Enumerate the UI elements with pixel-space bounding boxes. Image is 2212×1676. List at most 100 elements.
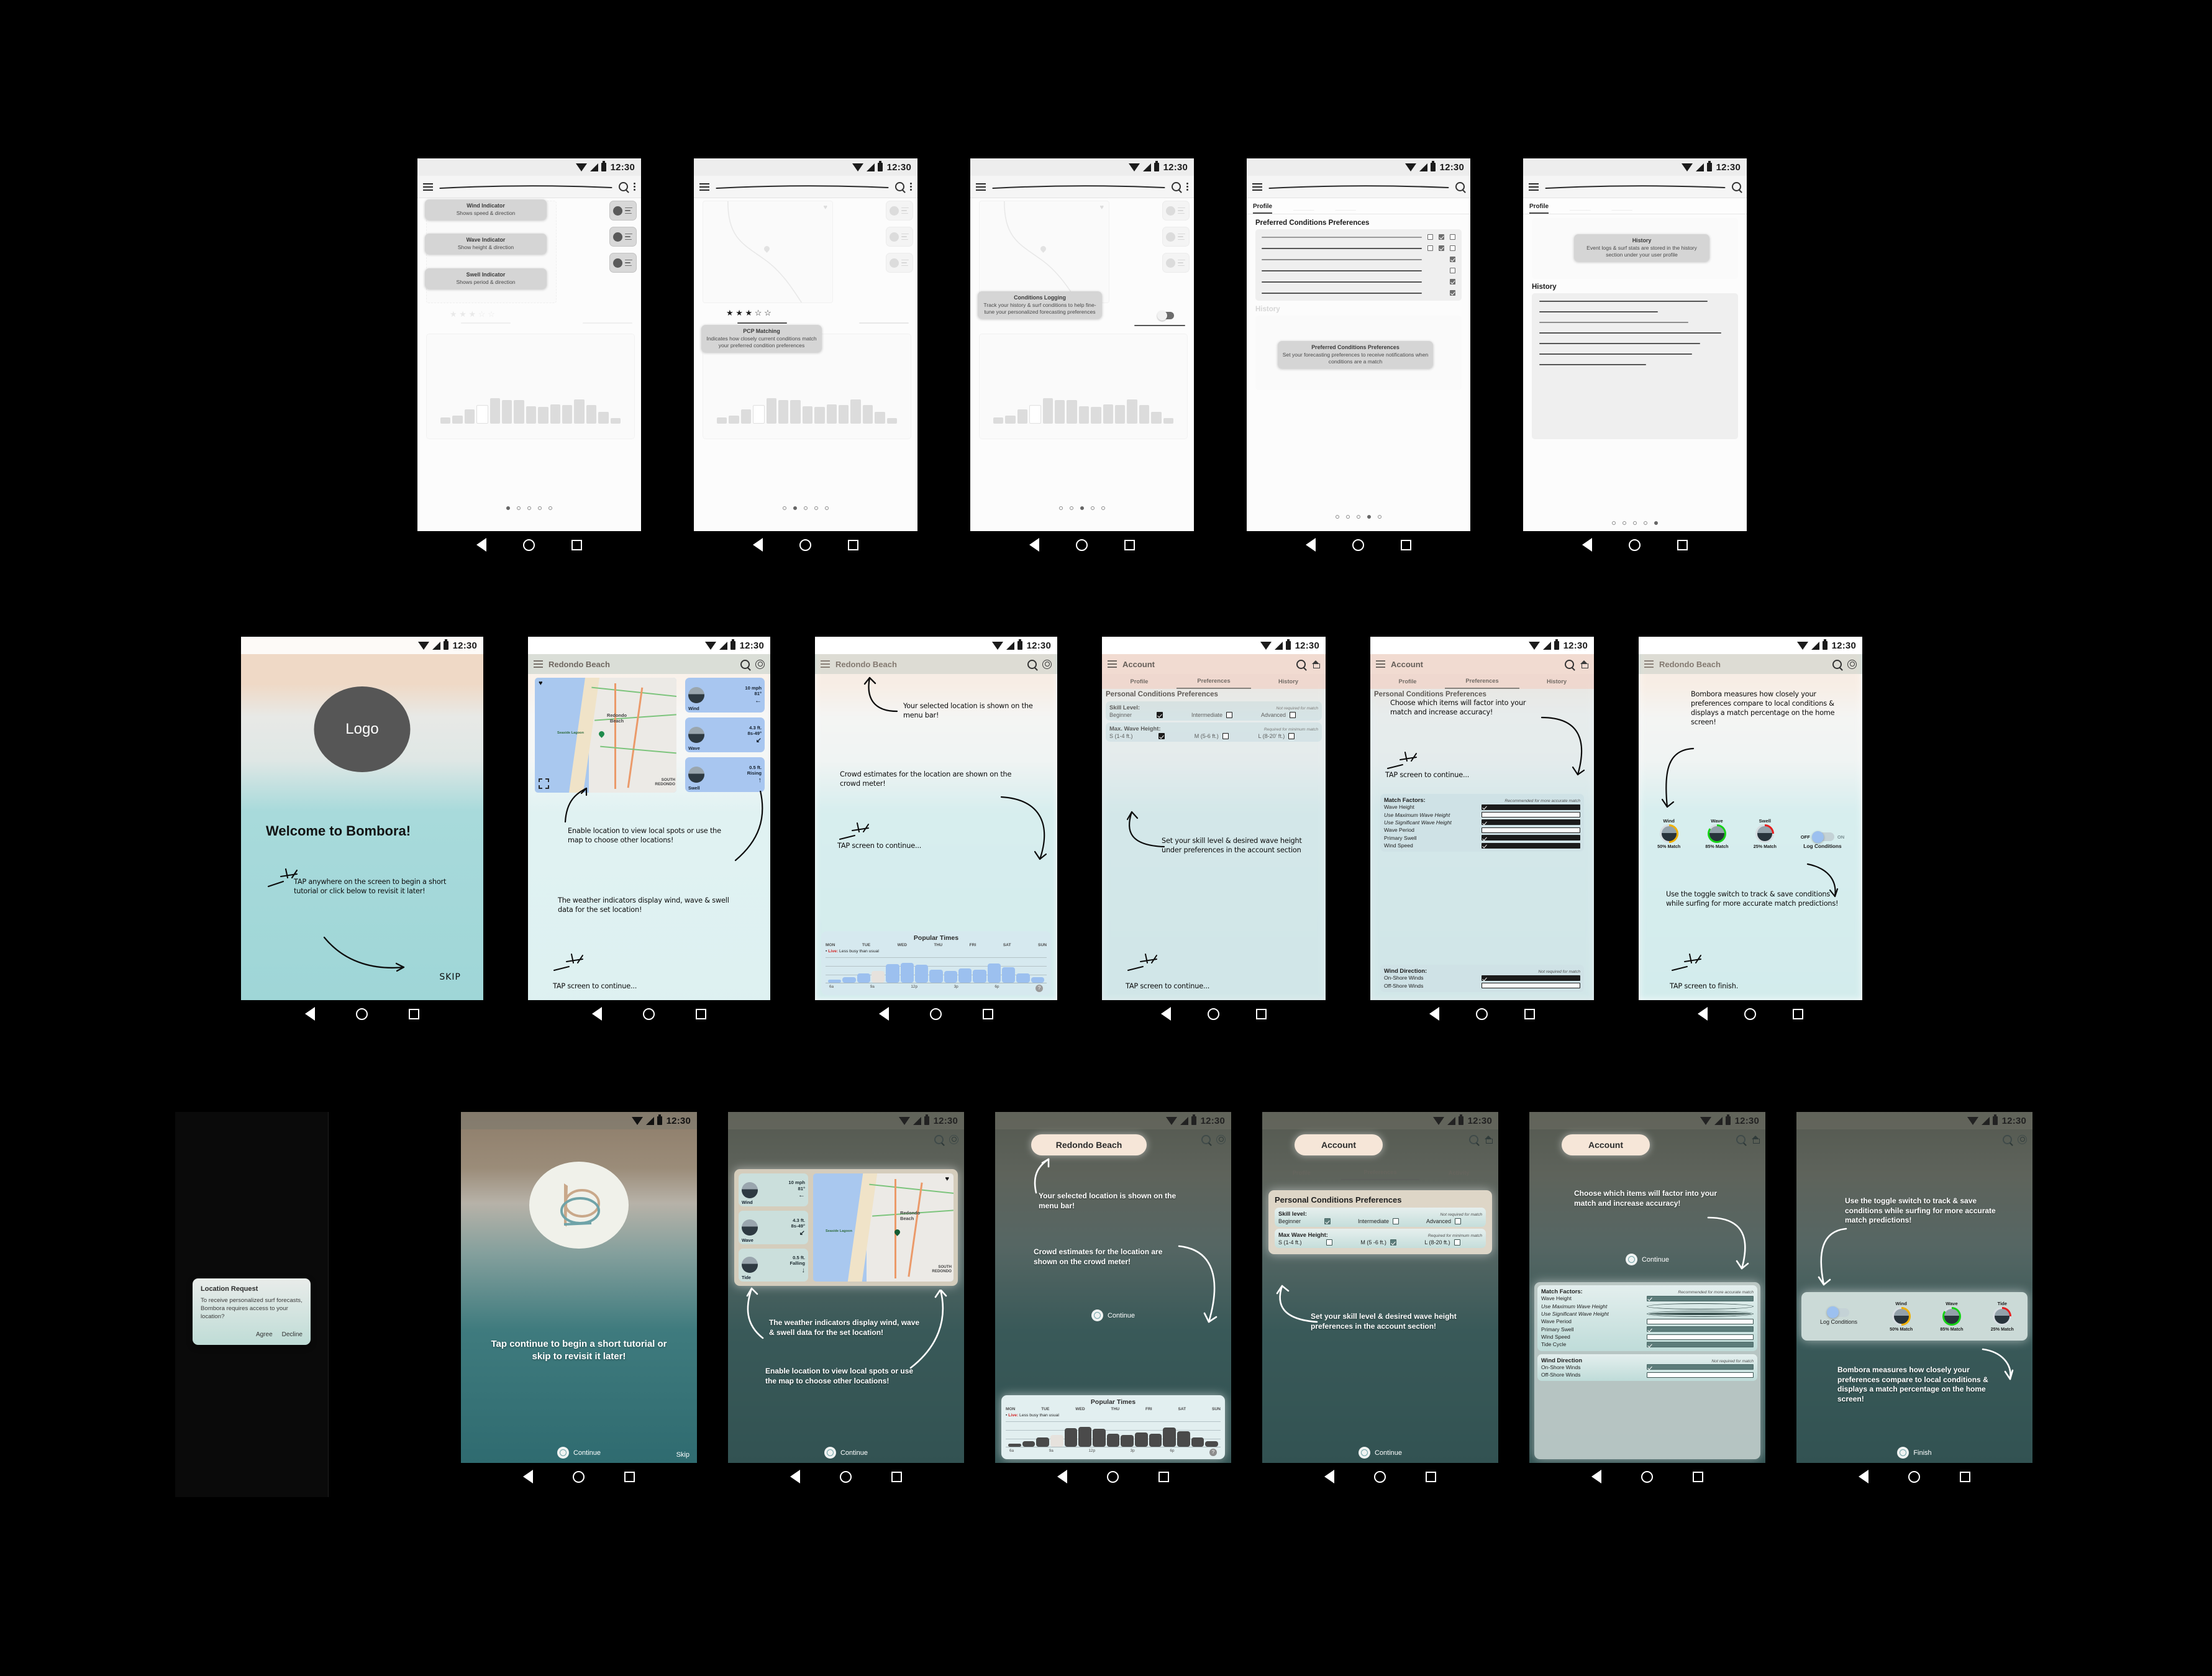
checkbox[interactable]	[1450, 290, 1455, 296]
wave-checkbox-s[interactable]	[1326, 1239, 1332, 1246]
wind-direction-checkbox[interactable]	[1647, 1372, 1754, 1378]
android-nav-bar[interactable]	[1529, 1463, 1765, 1490]
tab-bar[interactable]: Profile ______ ______	[1247, 198, 1470, 214]
wind-indicator-card[interactable]: 10 mph 81° ← Wind	[739, 1173, 808, 1207]
match-factor-checkbox[interactable]	[1647, 1295, 1754, 1301]
match-factor-checkbox[interactable]	[1481, 812, 1580, 818]
home-icon[interactable]	[1106, 1470, 1119, 1483]
home-icon[interactable]	[930, 1008, 942, 1020]
rating-stars[interactable]: ★ ★ ★ ☆ ☆	[726, 309, 771, 317]
agree-button[interactable]: Agree	[256, 1331, 273, 1338]
recents-icon[interactable]	[1124, 539, 1136, 550]
match-factor-row[interactable]: Primary Swell	[1541, 1326, 1754, 1333]
continue-button[interactable]: Continue	[995, 1309, 1231, 1321]
match-factor-checkbox[interactable]	[1481, 804, 1580, 810]
back-icon[interactable]	[523, 1470, 534, 1483]
finish-button[interactable]: Finish	[1796, 1447, 2032, 1459]
account-icon[interactable]	[1042, 659, 1052, 669]
wind-match[interactable]: Wind 50% Match	[1890, 1301, 1913, 1332]
match-factor-checkbox[interactable]	[1481, 842, 1580, 849]
page-indicator-dots[interactable]	[970, 506, 1194, 510]
android-nav-bar[interactable]	[1247, 531, 1470, 558]
back-icon[interactable]	[1582, 538, 1592, 552]
rating-stars[interactable]: ★ ★ ★ ☆ ☆	[450, 310, 495, 318]
android-nav-bar[interactable]	[1796, 1463, 2032, 1490]
swell-indicator-card[interactable]	[609, 253, 637, 273]
recents-icon[interactable]	[1677, 539, 1688, 550]
home-icon[interactable]	[1476, 1008, 1488, 1020]
recents-icon[interactable]	[408, 1008, 419, 1019]
android-nav-bar[interactable]	[461, 1463, 697, 1490]
day-sun[interactable]: SUN	[1038, 943, 1047, 947]
chart-day-tabs[interactable]: MON TUE WED THU FRI SAT SUN	[1006, 1407, 1221, 1411]
tab-bar[interactable]: Profile ______ ______	[1523, 198, 1747, 214]
home-icon[interactable]	[572, 1470, 585, 1483]
home-icon[interactable]	[799, 539, 811, 551]
checkbox[interactable]	[1450, 245, 1455, 251]
skill-checkbox-beginner[interactable]	[1324, 1218, 1331, 1224]
android-nav-bar[interactable]	[995, 1463, 1231, 1490]
match-factor-row[interactable]: Tide Cycle	[1541, 1341, 1754, 1348]
search-icon[interactable]	[1832, 659, 1842, 669]
home-icon[interactable]	[1352, 539, 1364, 551]
back-icon[interactable]	[1029, 538, 1039, 552]
back-icon[interactable]	[305, 1007, 316, 1021]
tab-activity[interactable]: Activity	[1419, 1165, 1498, 1180]
wave-checkbox-l[interactable]	[1288, 733, 1295, 739]
wave-indicator-card[interactable]	[1162, 227, 1190, 247]
tab-profile[interactable]: Profile	[1253, 203, 1273, 214]
match-factor-checkbox[interactable]	[1647, 1334, 1754, 1340]
search-icon[interactable]	[1296, 659, 1306, 669]
recents-icon[interactable]	[1158, 1471, 1169, 1482]
checkbox[interactable]	[1427, 234, 1433, 240]
match-factor-row[interactable]: Primary Swell	[1384, 834, 1580, 842]
account-icon[interactable]	[1847, 659, 1857, 669]
recents-icon[interactable]	[695, 1008, 706, 1019]
match-factor-radio[interactable]	[1647, 1310, 1754, 1317]
help-icon[interactable]: ?	[1209, 1449, 1217, 1456]
wind-direction-checkbox[interactable]	[1481, 975, 1580, 981]
day-mon[interactable]: MON	[1006, 1407, 1015, 1411]
tab-placeholder-3[interactable]: ______	[1336, 204, 1356, 214]
wave-match[interactable]: Wave 85% Match	[1940, 1301, 1963, 1332]
back-icon[interactable]	[476, 538, 486, 552]
android-nav-bar[interactable]	[528, 1000, 770, 1027]
wind-indicator-card[interactable]	[886, 201, 913, 221]
menu-icon[interactable]	[1529, 183, 1539, 191]
tab-bar[interactable]: Profile Preferences Activity	[1262, 1165, 1498, 1180]
android-nav-bar[interactable]	[815, 1000, 1057, 1027]
search-icon[interactable]	[1565, 659, 1574, 669]
home-icon[interactable]	[1208, 1008, 1219, 1020]
match-factor-row[interactable]: Wave Height	[1384, 803, 1580, 811]
wind-direction-row[interactable]: Off-Shore Winds	[1384, 982, 1580, 990]
back-icon[interactable]	[1429, 1007, 1439, 1021]
match-factor-row[interactable]: Use Significant Wave Height	[1384, 819, 1580, 826]
match-factor-row[interactable]: Use Maximum Wave Height	[1541, 1302, 1754, 1309]
day-thu[interactable]: THU	[934, 943, 943, 947]
recents-icon[interactable]	[982, 1008, 993, 1019]
tab-placeholder-3[interactable]: ______	[1612, 204, 1632, 214]
day-sun[interactable]: SUN	[1212, 1407, 1221, 1411]
page-indicator-dots[interactable]	[417, 506, 641, 510]
checkbox[interactable]	[1439, 234, 1444, 240]
continue-button[interactable]: Continue	[1529, 1254, 1765, 1265]
overflow-menu-icon[interactable]	[634, 183, 635, 191]
android-nav-bar[interactable]	[1370, 1000, 1594, 1027]
home-icon[interactable]	[643, 1008, 655, 1020]
wind-direction-checkbox[interactable]	[1481, 983, 1580, 989]
skill-checkbox-beginner[interactable]	[1157, 712, 1163, 718]
match-factor-checkbox[interactable]	[1647, 1341, 1754, 1347]
skip-label[interactable]: SKIP	[439, 972, 461, 983]
match-factor-checkbox[interactable]	[1481, 835, 1580, 841]
wind-direction-row[interactable]: On-Shore Winds	[1384, 974, 1580, 981]
recents-icon[interactable]	[1793, 1008, 1804, 1019]
account-icon[interactable]	[755, 659, 765, 669]
menu-icon[interactable]	[1252, 183, 1262, 191]
chart-day-tabs[interactable]: MON TUE WED THU FRI SAT SUN	[826, 943, 1047, 947]
wind-indicator-card[interactable]: 10 mph 81° ← Wind	[685, 678, 765, 713]
recents-icon[interactable]	[891, 1471, 902, 1482]
match-factor-checkbox[interactable]	[1647, 1318, 1754, 1324]
day-tue[interactable]: TUE	[1041, 1407, 1049, 1411]
back-icon[interactable]	[1160, 1007, 1171, 1021]
checkbox[interactable]	[1450, 257, 1455, 262]
